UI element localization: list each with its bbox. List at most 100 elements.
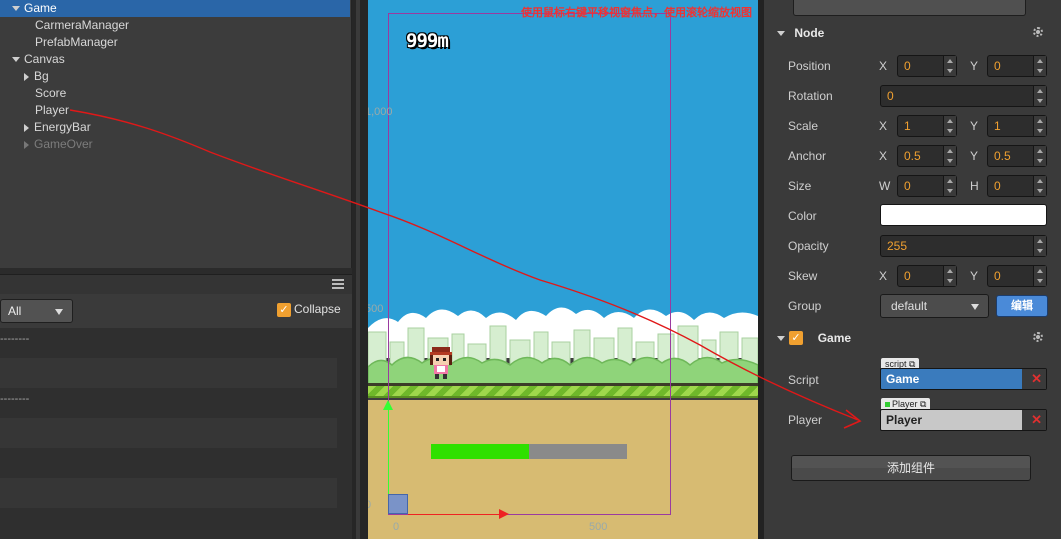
scale-x-field[interactable]: 1 (897, 115, 957, 137)
hierarchy-item[interactable]: GameOver (0, 136, 93, 153)
stepper-icon[interactable] (1033, 236, 1046, 256)
log-row[interactable] (0, 418, 337, 448)
stepper-icon[interactable] (943, 176, 956, 196)
gear-icon[interactable] (1033, 332, 1043, 342)
scene-hint-text: 使用鼠标右键平移视窗焦点，使用滚轮缩放视图 (521, 7, 752, 19)
log-row[interactable]: -------- (0, 388, 337, 418)
ruler-x-label: 0 (393, 521, 400, 533)
hierarchy-item-label: Canvas (24, 52, 65, 66)
scrollbar-track[interactable] (356, 0, 360, 539)
scale-x-value: 1 (904, 119, 911, 133)
collapse-checkbox[interactable]: ✓ (277, 303, 291, 317)
position-x-field[interactable]: 0 (897, 55, 957, 77)
chevron-right-icon[interactable] (24, 72, 29, 81)
component-title: Game (817, 331, 852, 345)
log-row[interactable] (0, 478, 337, 508)
menu-icon[interactable] (332, 279, 344, 289)
component-enabled-checkbox[interactable]: ✓ (789, 331, 803, 345)
chevron-down-icon (55, 309, 63, 315)
move-gizmo-x-arrow[interactable] (408, 509, 509, 519)
anchor-x-field[interactable]: 0.5 (897, 145, 957, 167)
player-sprite[interactable] (427, 344, 455, 382)
stepper-icon[interactable] (1033, 176, 1046, 196)
axis-y-label: Y (970, 59, 979, 73)
hierarchy-panel: Game CarmeraManager PrefabManager Canvas Bg S… (0, 0, 352, 268)
chevron-right-icon[interactable] (24, 123, 29, 132)
external-link-icon[interactable]: ⧉ (920, 399, 926, 409)
move-gizmo-handle[interactable] (388, 494, 408, 514)
gear-icon[interactable] (1033, 27, 1043, 37)
chevron-down-icon[interactable] (12, 57, 20, 63)
skew-x-field[interactable]: 0 (897, 265, 957, 287)
anchor-label: Anchor (788, 149, 827, 163)
stepper-icon[interactable] (1033, 56, 1046, 76)
stepper-icon[interactable] (943, 146, 956, 166)
group-select[interactable]: default (880, 294, 989, 318)
log-row[interactable] (0, 358, 337, 388)
stepper-icon[interactable] (943, 266, 956, 286)
log-row[interactable] (0, 448, 337, 478)
axis-x-label: X (879, 149, 888, 163)
log-filter-select[interactable]: All (0, 299, 73, 323)
color-picker-swatch[interactable] (880, 204, 1047, 226)
hierarchy-item[interactable]: Game (0, 0, 350, 17)
stepper-icon[interactable] (1033, 146, 1046, 166)
energy-bar-fill (431, 444, 529, 459)
log-filter-value: All (8, 304, 22, 318)
stepper-icon[interactable] (943, 116, 956, 136)
add-component-button[interactable]: 添加组件 (791, 455, 1031, 481)
console-header (0, 274, 352, 294)
node-section-header[interactable]: Node (764, 22, 1061, 44)
hierarchy-item[interactable]: Player (0, 102, 69, 119)
rotation-field[interactable]: 0 (880, 85, 1047, 107)
position-label: Position (788, 59, 831, 73)
scale-y-field[interactable]: 1 (987, 115, 1047, 137)
hierarchy-item[interactable]: EnergyBar (0, 119, 91, 136)
game-component-header[interactable]: Game (764, 327, 1061, 349)
axis-x-label: X (879, 119, 888, 133)
hierarchy-item[interactable]: Canvas (0, 51, 65, 68)
move-gizmo-y-arrow[interactable] (383, 400, 393, 494)
hierarchy-item[interactable]: Bg (0, 68, 49, 85)
node-name-field[interactable] (793, 0, 1026, 16)
size-w-field[interactable]: 0 (897, 175, 957, 197)
remove-icon[interactable]: ✕ (1031, 369, 1042, 389)
chevron-down-icon (777, 336, 785, 342)
axis-w-label: W (879, 179, 891, 193)
player-tag-text: Player (892, 399, 918, 409)
skew-y-value: 0 (994, 269, 1001, 283)
hierarchy-item[interactable]: Score (0, 85, 66, 102)
scale-y-value: 1 (994, 119, 1001, 133)
opacity-field[interactable]: 255 (880, 235, 1047, 257)
panel-divider[interactable] (352, 0, 368, 539)
chevron-down-icon[interactable] (12, 6, 20, 12)
chevron-down-icon (971, 304, 979, 310)
energy-bar[interactable] (431, 444, 627, 459)
log-row[interactable]: -------- (0, 328, 337, 358)
remove-icon[interactable]: ✕ (1031, 410, 1042, 430)
axis-y-label: Y (970, 119, 979, 133)
axis-h-label: H (970, 179, 979, 193)
hierarchy-item[interactable]: PrefabManager (0, 34, 118, 51)
stepper-icon[interactable] (1033, 116, 1046, 136)
position-y-field[interactable]: 0 (987, 55, 1047, 77)
stepper-icon[interactable] (943, 56, 956, 76)
hierarchy-item[interactable]: CarmeraManager (0, 17, 129, 34)
stepper-icon[interactable] (1033, 266, 1046, 286)
player-node-field[interactable]: Player ✕ (880, 409, 1047, 431)
anchor-y-field[interactable]: 0.5 (987, 145, 1047, 167)
chevron-right-icon[interactable] (24, 140, 29, 149)
skew-y-field[interactable]: 0 (987, 265, 1047, 287)
script-asset-field[interactable]: Game ✕ (880, 368, 1047, 390)
size-h-field[interactable]: 0 (987, 175, 1047, 197)
edit-group-button[interactable]: 编辑 (996, 295, 1048, 317)
stepper-icon[interactable] (1033, 86, 1046, 106)
hierarchy-item-label: PrefabManager (35, 35, 118, 49)
score-label[interactable]: 999m (406, 30, 449, 52)
position-y-value: 0 (994, 59, 1001, 73)
hierarchy-item-label: Score (35, 86, 67, 100)
console-log-list: -------- -------- (0, 328, 352, 539)
hierarchy-item-label: Player (35, 103, 70, 117)
scene-view[interactable]: 1,000 500 0 0 500 使用鼠标右键平移视窗焦点，使用滚轮缩放视图 … (368, 0, 758, 539)
collapse-label: Collapse (294, 302, 341, 316)
